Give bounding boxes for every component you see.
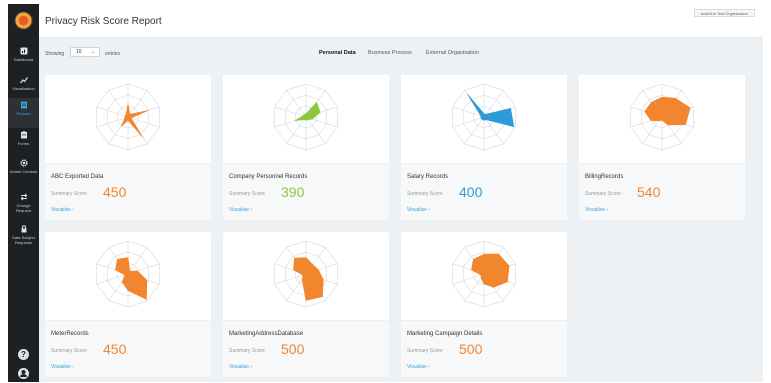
card-title: Company Personnel Records bbox=[229, 174, 308, 180]
radar-chart bbox=[96, 83, 160, 151]
summary-score-label: Summary Score bbox=[51, 348, 87, 354]
visualise-link[interactable]: Visualise › bbox=[51, 207, 74, 213]
tab-business-process[interactable]: Business Process bbox=[368, 50, 412, 56]
visualise-link[interactable]: Visualise › bbox=[51, 364, 74, 370]
gear-icon bbox=[19, 159, 28, 167]
entries-label: entries bbox=[105, 51, 121, 57]
summary-score-label: Summary Score bbox=[51, 191, 87, 197]
trend-icon bbox=[19, 77, 28, 84]
clipboard-icon bbox=[20, 131, 27, 139]
report-card: Marketing Campaign Details Summary Score… bbox=[401, 232, 567, 377]
sidebar: Dashboard Visualisation Reports Forms Ad… bbox=[8, 4, 39, 382]
visualise-link[interactable]: Visualise › bbox=[229, 207, 252, 213]
report-card: ABC Exported Data Summary Score 450 Visu… bbox=[45, 75, 211, 220]
summary-score-label: Summary Score bbox=[229, 348, 265, 354]
report-card: BillingRecords Summary Score 540 Visuali… bbox=[579, 75, 745, 220]
list-controls: Showing 10 ⌄ entries Personal Data Busin… bbox=[39, 44, 763, 60]
report-card: Company Personnel Records Summary Score … bbox=[223, 75, 389, 220]
card-title: MarketingAddressDatabase bbox=[229, 331, 304, 337]
card-footer: BillingRecords Summary Score 540 Visuali… bbox=[579, 163, 745, 220]
card-footer: MarketingAddressDatabase Summary Score 5… bbox=[223, 320, 389, 377]
radar-chart bbox=[274, 240, 338, 308]
summary-score-value: 400 bbox=[459, 184, 483, 200]
radar-chart bbox=[452, 83, 516, 151]
card-footer: Marketing Campaign Details Summary Score… bbox=[401, 320, 567, 377]
sidebar-item-forms[interactable]: Forms bbox=[8, 128, 39, 158]
summary-score-label: Summary Score bbox=[407, 348, 443, 354]
summary-score-label: Summary Score bbox=[229, 191, 265, 197]
sidebar-item-label: Data Subject Requests bbox=[12, 235, 35, 245]
visualise-link[interactable]: Visualise › bbox=[229, 364, 252, 370]
card-title: ABC Exported Data bbox=[51, 174, 104, 180]
tab-personal-data[interactable]: Personal Data bbox=[319, 50, 356, 56]
radar-axis bbox=[274, 273, 307, 285]
card-footer: MeterRecords Summary Score 450 Visualise… bbox=[45, 320, 211, 377]
report-card: MarketingAddressDatabase Summary Score 5… bbox=[223, 232, 389, 377]
entries-value: 10 bbox=[76, 49, 82, 55]
tab-external-organisation[interactable]: External Organisation bbox=[426, 50, 479, 56]
summary-score-label: Summary Score bbox=[585, 191, 621, 197]
app-frame: Dashboard Visualisation Reports Forms Ad… bbox=[8, 4, 763, 382]
entries-select[interactable]: 10 ⌄ bbox=[70, 47, 100, 57]
summary-score-value: 500 bbox=[281, 341, 305, 357]
radar-chart bbox=[630, 83, 694, 151]
sidebar-item-label: Visualisation bbox=[12, 86, 35, 91]
summary-score-value: 450 bbox=[103, 184, 127, 200]
visualise-link[interactable]: Visualise › bbox=[407, 364, 430, 370]
radar-area bbox=[644, 96, 691, 126]
radar-chart bbox=[274, 83, 338, 151]
summary-score-value: 540 bbox=[637, 184, 661, 200]
user-icon[interactable] bbox=[18, 368, 29, 379]
card-footer: Company Personnel Records Summary Score … bbox=[223, 163, 389, 220]
lock-icon bbox=[21, 225, 26, 233]
report-icon bbox=[20, 101, 27, 109]
card-title: Salary Records bbox=[407, 174, 449, 180]
report-card: Salary Records Summary Score 400 Visuali… bbox=[401, 75, 567, 220]
sidebar-item-label: Forms bbox=[17, 141, 30, 146]
showing-label: Showing bbox=[45, 51, 65, 57]
organisation-selector[interactable]: trustHub Test Organisation bbox=[693, 9, 755, 17]
card-title: Marketing Campaign Details bbox=[407, 331, 483, 337]
sidebar-item-label: Admin Controls bbox=[9, 169, 38, 174]
summary-score-value: 390 bbox=[281, 184, 305, 200]
app-logo bbox=[14, 11, 33, 30]
page-title: Privacy Risk Score Report bbox=[45, 16, 162, 27]
visualise-link[interactable]: Visualise › bbox=[585, 207, 608, 213]
sidebar-item-admin-controls[interactable]: Admin Controls bbox=[8, 156, 39, 186]
summary-score-value: 500 bbox=[459, 341, 483, 357]
sidebar-item-data-subject-requests[interactable]: Data Subject Requests bbox=[8, 222, 39, 252]
card-footer: Salary Records Summary Score 400 Visuali… bbox=[401, 163, 567, 220]
help-icon[interactable]: ? bbox=[18, 349, 29, 360]
page-header: Privacy Risk Score Report trustHub Test … bbox=[39, 4, 763, 38]
radar-axis bbox=[96, 106, 129, 118]
radar-axis bbox=[452, 273, 485, 285]
sidebar-item-label: Reports bbox=[16, 111, 31, 116]
summary-score-label: Summary Score bbox=[407, 191, 443, 197]
exchange-icon bbox=[20, 193, 27, 201]
dashboard-icon bbox=[20, 47, 27, 55]
radar-chart bbox=[452, 240, 516, 308]
card-title: MeterRecords bbox=[51, 331, 89, 337]
radar-area bbox=[293, 257, 324, 301]
report-card: MeterRecords Summary Score 450 Visualise… bbox=[45, 232, 211, 377]
sidebar-item-reports[interactable]: Reports bbox=[8, 98, 39, 128]
chevron-down-icon: ⌄ bbox=[90, 49, 95, 55]
visualise-link[interactable]: Visualise › bbox=[407, 207, 430, 213]
radar-chart bbox=[96, 240, 160, 308]
radar-axis bbox=[452, 116, 485, 128]
card-footer: ABC Exported Data Summary Score 450 Visu… bbox=[45, 163, 211, 220]
sidebar-item-label: Change Request bbox=[16, 203, 31, 213]
summary-score-value: 450 bbox=[103, 341, 127, 357]
sidebar-item-label: Dashboard bbox=[13, 57, 34, 62]
radar-axis bbox=[274, 106, 307, 118]
sidebar-item-change-request[interactable]: Change Request bbox=[8, 190, 39, 220]
card-title: BillingRecords bbox=[585, 174, 624, 180]
sidebar-item-dashboard[interactable]: Dashboard bbox=[8, 44, 39, 74]
